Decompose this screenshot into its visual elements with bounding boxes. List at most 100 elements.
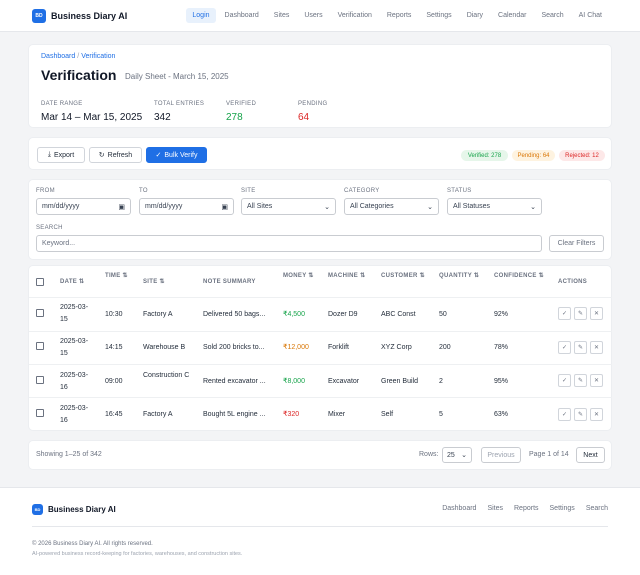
- footer-divider: [32, 526, 608, 527]
- reject-icon[interactable]: ✕: [590, 341, 603, 354]
- row-checkbox[interactable]: [36, 342, 44, 350]
- rows-per-page-select[interactable]: 25 ⌄: [442, 447, 472, 463]
- status-select[interactable]: All Statuses ⌄: [447, 198, 542, 215]
- from-placeholder: mm/dd/yyyy: [42, 203, 80, 210]
- nav-users[interactable]: Users: [298, 8, 328, 23]
- col-site[interactable]: SITE ⇅: [143, 278, 165, 287]
- stat-value: 64: [298, 112, 310, 123]
- verified-badge: Verified: 278: [461, 150, 508, 161]
- nav-sites[interactable]: Sites: [268, 8, 296, 23]
- check-icon: ✓: [155, 152, 162, 159]
- footer-tagline: AI-powered business record-keeping for f…: [32, 551, 243, 557]
- pending-badge: Pending: 64: [512, 150, 555, 161]
- edit-icon[interactable]: ✎: [574, 341, 587, 354]
- col-note-summary: NOTE SUMMARY: [203, 279, 256, 285]
- cell-site: Factory A: [143, 411, 173, 418]
- stat-label: VERIFIED: [226, 101, 257, 107]
- breadcrumb-dashboard[interactable]: Dashboard: [41, 53, 75, 60]
- edit-icon[interactable]: ✎: [574, 307, 587, 320]
- app-logo-icon: BD: [32, 9, 46, 23]
- col-machine[interactable]: MACHINE ⇅: [328, 272, 368, 281]
- site-value: All Sites: [247, 203, 273, 210]
- cell-money: ₹320: [283, 411, 300, 418]
- breadcrumb-verification[interactable]: Verification: [81, 53, 115, 60]
- edit-icon[interactable]: ✎: [574, 408, 587, 421]
- cell-date: 2025-03-16: [60, 372, 89, 391]
- row-divider: [29, 331, 612, 332]
- cell-time: 16:45: [105, 411, 123, 418]
- footer-brand[interactable]: BD Business Diary AI: [32, 504, 116, 515]
- from-label: FROM: [36, 188, 55, 194]
- clear-filters-button[interactable]: Clear Filters: [549, 235, 604, 252]
- category-select[interactable]: All Categories ⌄: [344, 198, 439, 215]
- breadcrumb-separator: /: [77, 53, 80, 60]
- select-all-checkbox[interactable]: [36, 278, 44, 286]
- refresh-icon: ↻: [98, 152, 105, 159]
- nav-reports[interactable]: Reports: [381, 8, 418, 23]
- row-checkbox[interactable]: [36, 409, 44, 417]
- cell-date: 2025-03-15: [60, 338, 89, 357]
- footer-link-sites[interactable]: Sites: [487, 505, 503, 512]
- nav-diary[interactable]: Diary: [461, 8, 489, 23]
- showing-text: Showing 1–25 of 342: [36, 451, 102, 458]
- pagination-card: [28, 440, 612, 470]
- reject-icon[interactable]: ✕: [590, 408, 603, 421]
- cell-note: Bought 5L engine ...: [203, 411, 266, 418]
- footer-link-reports[interactable]: Reports: [514, 505, 539, 512]
- verify-icon[interactable]: ✓: [558, 374, 571, 387]
- cell-machine: Dozer D9: [328, 311, 358, 318]
- next-button[interactable]: Next: [576, 447, 605, 463]
- category-value: All Categories: [350, 203, 394, 210]
- col-confidence[interactable]: CONFIDENCE ⇅: [494, 272, 546, 281]
- verify-icon[interactable]: ✓: [558, 307, 571, 320]
- app-logo-icon: BD: [32, 504, 43, 515]
- page-header-card: Dashboard / Verification Verification Dail…: [28, 44, 612, 128]
- toolbar-card: ⤓ Export ↻ Refresh ✓ Bulk Verify Verified: …: [28, 137, 612, 170]
- col-date[interactable]: DATE ⇅: [60, 278, 84, 287]
- cell-quantity: 200: [439, 344, 451, 351]
- bulk-verify-button[interactable]: ✓ Bulk Verify: [146, 147, 207, 163]
- to-date-input[interactable]: mm/dd/yyyy ▣: [139, 198, 234, 215]
- row-checkbox[interactable]: [36, 309, 44, 317]
- col-quantity[interactable]: QUANTITY ⇅: [439, 272, 483, 281]
- cell-machine: Mixer: [328, 411, 346, 418]
- col-customer[interactable]: CUSTOMER ⇅: [381, 272, 425, 281]
- from-date-input[interactable]: mm/dd/yyyy ▣: [36, 198, 131, 215]
- col-money[interactable]: MONEY ⇅: [283, 272, 317, 281]
- verify-icon[interactable]: ✓: [558, 341, 571, 354]
- reject-icon[interactable]: ✕: [590, 307, 603, 320]
- page-title: Verification: [41, 67, 117, 83]
- site-label: SITE: [241, 188, 256, 194]
- site-select[interactable]: All Sites ⌄: [241, 198, 336, 215]
- nav-login[interactable]: Login: [186, 8, 216, 23]
- footer-link-search[interactable]: Search: [586, 505, 608, 512]
- row-checkbox[interactable]: [36, 376, 44, 384]
- nav-settings[interactable]: Settings: [420, 8, 457, 23]
- verify-icon[interactable]: ✓: [558, 408, 571, 421]
- cell-confidence: 95%: [494, 378, 509, 385]
- export-button[interactable]: ⤓ Export: [37, 147, 85, 163]
- brand[interactable]: BD Business Diary AI: [32, 9, 127, 23]
- edit-icon[interactable]: ✎: [574, 374, 587, 387]
- row-divider: [29, 397, 612, 398]
- nav-dashboard[interactable]: Dashboard: [219, 8, 265, 23]
- reject-icon[interactable]: ✕: [590, 374, 603, 387]
- cell-money: ₹8,000: [283, 378, 305, 385]
- search-input[interactable]: Keyword...: [36, 235, 542, 252]
- nav-search[interactable]: Search: [535, 8, 569, 23]
- previous-button[interactable]: Previous: [481, 447, 521, 463]
- col-time[interactable]: TIME ⇅: [105, 272, 135, 281]
- stat-verified: VERIFIED 278: [226, 101, 256, 123]
- cell-time: 14:15: [105, 344, 123, 351]
- nav-verification[interactable]: Verification: [332, 8, 378, 23]
- refresh-button[interactable]: ↻ Refresh: [89, 147, 142, 163]
- cell-customer: XYZ Corp: [381, 344, 412, 351]
- cell-confidence: 63%: [494, 411, 509, 418]
- footer-link-dashboard[interactable]: Dashboard: [442, 505, 476, 512]
- nav-ai-chat[interactable]: AI Chat: [573, 8, 608, 23]
- nav-calendar[interactable]: Calendar: [492, 8, 532, 23]
- nav-links: Login Dashboard Sites Users Verification…: [183, 8, 608, 23]
- calendar-icon: ▣: [221, 203, 228, 211]
- footer-link-settings[interactable]: Settings: [550, 505, 575, 512]
- cell-site: Construction C: [143, 372, 190, 379]
